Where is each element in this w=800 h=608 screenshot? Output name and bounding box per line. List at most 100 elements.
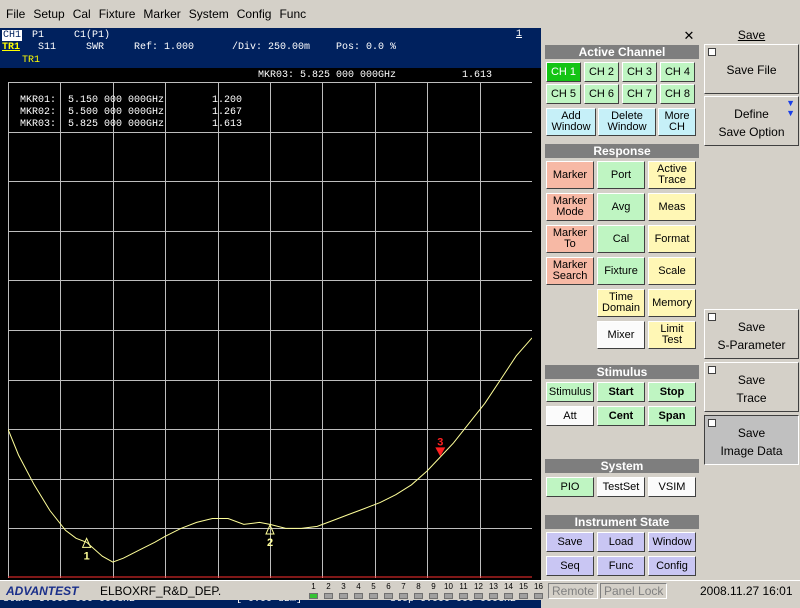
cent-button[interactable]: Cent [597, 406, 645, 426]
file-name: ELBOXRF_R&D_DEP. [100, 584, 222, 598]
port-button[interactable]: Port [597, 161, 645, 189]
menu-system[interactable]: System [185, 7, 233, 21]
port-number: 9 [431, 582, 436, 591]
cal-button[interactable]: Cal [597, 225, 645, 253]
checkbox-icon [708, 48, 716, 56]
marker-to-button[interactable]: Marker To [546, 225, 594, 253]
brand-logo: ADVANTEST [6, 584, 79, 598]
span-button[interactable]: Span [648, 406, 696, 426]
ch3-button[interactable]: CH 3 [622, 62, 657, 82]
softkey-column: Save Save File ▼ ▼ Define Save Option Sav… [703, 28, 800, 580]
remote-indicator: Remote [548, 583, 599, 599]
format-button[interactable]: Format [648, 225, 696, 253]
save-sparameter-softkey[interactable]: Save S-Parameter [704, 309, 799, 359]
marker-button[interactable]: Marker [546, 161, 594, 189]
port-number: 1 [311, 582, 316, 591]
port-label: P1 [32, 30, 45, 41]
time-domain-button[interactable]: Time Domain [597, 289, 645, 317]
menu-cal[interactable]: Cal [69, 7, 95, 21]
add-window-button[interactable]: Add Window [546, 108, 596, 136]
ch4-button[interactable]: CH 4 [660, 62, 695, 82]
start-button[interactable]: Start [597, 382, 645, 402]
config-button[interactable]: Config [648, 556, 696, 576]
channel-label[interactable]: CH1 [2, 30, 23, 41]
stimulus-button[interactable]: Stimulus [546, 382, 594, 402]
load-button[interactable]: Load [597, 532, 645, 552]
meas-button[interactable]: Meas [648, 193, 696, 221]
close-icon[interactable]: ✕ [680, 28, 698, 44]
delete-window-button[interactable]: Delete Window [598, 108, 656, 136]
port-indicator: 11 [456, 582, 471, 600]
save-trace-softkey[interactable]: Save Trace [704, 362, 799, 412]
status-bar: ADVANTEST ELBOXRF_R&D_DEP. 1 2 3 4 5 6 7 8 9 10 11… [0, 580, 800, 600]
window-button[interactable]: Window [648, 532, 696, 552]
port-indicator: 6 [381, 582, 396, 600]
pos-label: Pos: 0.0 % [336, 42, 397, 53]
port-indicator: 1 [306, 582, 321, 600]
port-led-icon [399, 593, 408, 599]
port-indicator: 4 [351, 582, 366, 600]
menu-config[interactable]: Config [233, 7, 276, 21]
save-button[interactable]: Save [546, 532, 594, 552]
testset-button[interactable]: TestSet [597, 477, 645, 497]
menu-marker[interactable]: Marker [139, 7, 184, 21]
section-active-channel: Active Channel [545, 45, 699, 59]
ch2-button[interactable]: CH 2 [584, 62, 619, 82]
active-trace-button[interactable]: Active Trace [648, 161, 696, 189]
channel-header: CH1 P1 C1(P1) 1 TR1 S11 SWR Ref: 1.000 /… [0, 28, 541, 68]
port-number: 6 [386, 582, 391, 591]
active-marker-value: 1.613 [462, 70, 493, 81]
menu-func[interactable]: Func [275, 7, 310, 21]
menu-setup[interactable]: Setup [29, 7, 68, 21]
port-led-icon [474, 593, 483, 599]
port-led-icon [309, 593, 318, 599]
vsim-button[interactable]: VSIM [648, 477, 696, 497]
limit-test-button[interactable]: Limit Test [648, 321, 696, 349]
menu-file[interactable]: File [2, 7, 29, 21]
mixer-button[interactable]: Mixer [597, 321, 645, 349]
marker-2-label: 2 [267, 537, 273, 549]
softkey-menu-title: Save [737, 28, 766, 42]
ch8-button[interactable]: CH 8 [660, 84, 695, 104]
date-time: 2008.11.27 16:01 [700, 584, 793, 598]
port-number: 5 [371, 582, 376, 591]
stop-button[interactable]: Stop [648, 382, 696, 402]
port-number: 4 [356, 582, 361, 591]
memory-button[interactable]: Memory [648, 289, 696, 317]
define-save-option-softkey[interactable]: ▼ ▼ Define Save Option [704, 96, 799, 146]
port-led-icon [459, 593, 468, 599]
scale-button[interactable]: Scale [648, 257, 696, 285]
format-label: SWR [86, 42, 105, 53]
trace-label[interactable]: TR1 [2, 42, 20, 53]
ch7-button[interactable]: CH 7 [622, 84, 657, 104]
port-number: 15 [519, 582, 528, 591]
pio-button[interactable]: PIO [546, 477, 594, 497]
more-ch-button[interactable]: More CH [658, 108, 696, 136]
port-led-icon [354, 593, 363, 599]
measurement-screen: CH1 P1 C1(P1) 1 TR1 S11 SWR Ref: 1.000 /… [0, 28, 541, 608]
save-image-data-softkey[interactable]: Save Image Data [704, 415, 799, 465]
marker-mode-button[interactable]: Marker Mode [546, 193, 594, 221]
port-led-icon [414, 593, 423, 599]
marker-readout-2: MKR02: 5.500 000 000GHz 1.267 [20, 107, 243, 118]
section-response: Response [545, 144, 699, 158]
fixture-button[interactable]: Fixture [597, 257, 645, 285]
marker-search-button[interactable]: Marker Search [546, 257, 594, 285]
func-button[interactable]: Func [597, 556, 645, 576]
div-label: /Div: 250.00m [232, 42, 311, 53]
ch1-button[interactable]: CH 1 [546, 62, 581, 82]
port-led-icon [534, 593, 543, 599]
seq-button[interactable]: Seq [546, 556, 594, 576]
avg-button[interactable]: Avg [597, 193, 645, 221]
plot-area[interactable]: 1 2 3 MKR01: 5.150 000 000GHz 1.200 MKR02:… [8, 82, 532, 578]
port-indicator: 10 [441, 582, 456, 600]
ch6-button[interactable]: CH 6 [584, 84, 619, 104]
window-number: 1 [516, 29, 523, 40]
port-indicator: 9 [426, 582, 441, 600]
port-indicator: 13 [486, 582, 501, 600]
menu-fixture[interactable]: Fixture [95, 7, 140, 21]
ch5-button[interactable]: CH 5 [546, 84, 581, 104]
att-button[interactable]: Att [546, 406, 594, 426]
save-file-softkey[interactable]: Save File [704, 44, 799, 94]
port-number: 16 [534, 582, 543, 591]
